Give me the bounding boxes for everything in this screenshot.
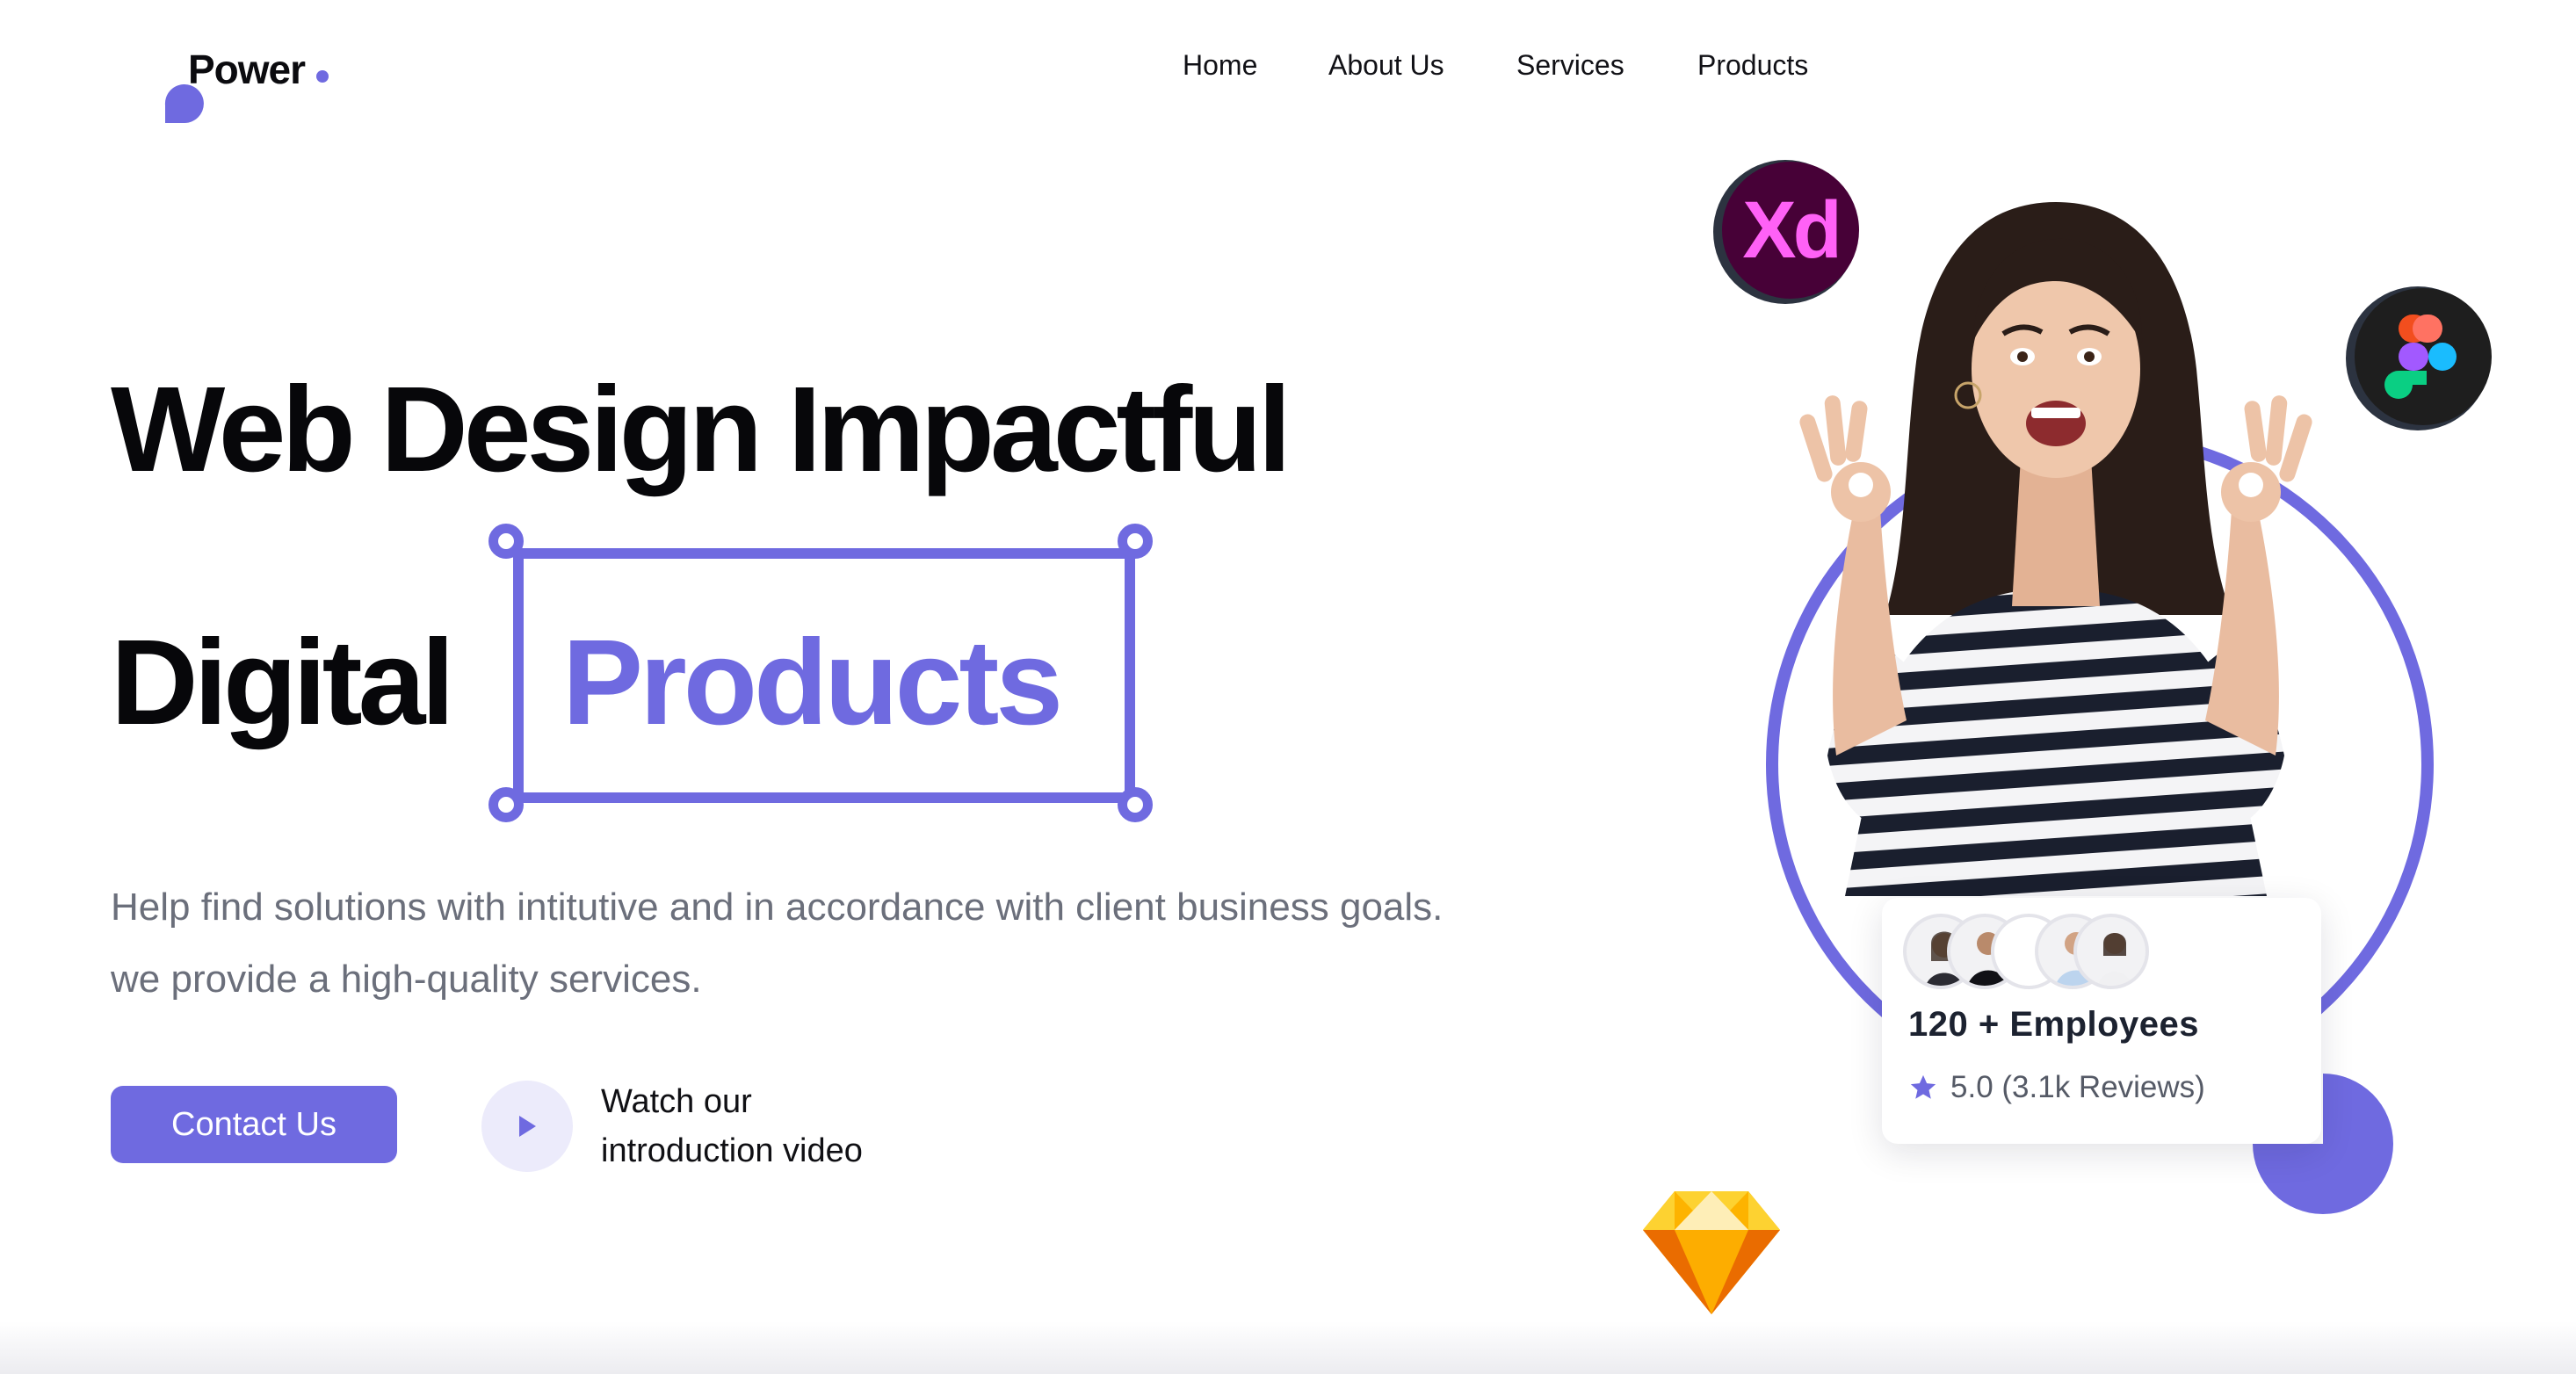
logo-text: Power [188,47,306,92]
headline-line-1: Web Design Impactful [111,362,1292,497]
nav-services[interactable]: Services [1516,49,1624,82]
xd-label: Xd [1722,162,1859,299]
play-video-button[interactable] [481,1081,573,1172]
rating-text: 5.0 (3.1k Reviews) [1950,1070,2205,1104]
play-icon [519,1116,536,1137]
frame-handle-bottom-left [488,787,524,822]
watch-video-link[interactable]: Watch our introduction video [601,1077,970,1175]
headline-highlight: Products [562,615,1063,750]
rating-row: 5.0 (3.1k Reviews) [1908,1070,2205,1105]
employees-card: 120 + Employees 5.0 (3.1k Reviews) [1882,898,2321,1144]
employee-count: 120 + Employees [1908,1005,2200,1044]
landing-page: Power Home About Us Services Products We… [0,0,2576,1374]
star-icon [1910,1074,1936,1099]
contact-us-button[interactable]: Contact Us [111,1086,397,1163]
nav-about-us[interactable]: About Us [1328,49,1444,82]
bottom-fade [0,1321,2576,1374]
watch-video-line-1: Watch our [601,1083,752,1120]
sketch-icon [1643,1191,1780,1314]
frame-handle-top-left [488,524,524,559]
adobe-xd-icon: Xd [1713,160,1859,304]
frame-handle-top-right [1118,524,1153,559]
nav-products[interactable]: Products [1697,49,1808,82]
avatar [2073,914,2149,989]
dot-icon [316,70,329,83]
watch-video-line-2: introduction video [601,1132,863,1169]
frame-handle-bottom-right [1118,787,1153,822]
logo[interactable]: Power [163,46,357,125]
nav-home[interactable]: Home [1183,49,1257,82]
hero-description: Help find solutions with intitutive and … [111,886,1444,1001]
headline-line-2: Digital [111,615,455,750]
figma-icon [2346,286,2492,430]
